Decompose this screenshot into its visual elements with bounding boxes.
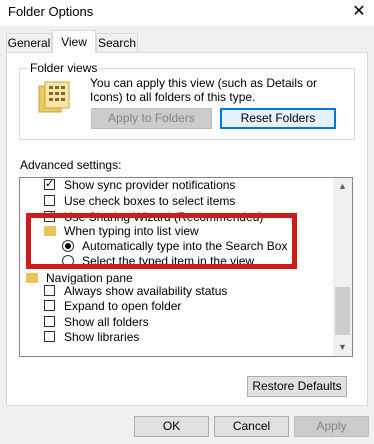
scroll-down-icon[interactable]: ▼ [333, 339, 352, 356]
list-item-label: Expand to open folder [64, 299, 182, 313]
list-item-label: Show all folders [64, 315, 149, 329]
window-title: Folder Options [8, 4, 94, 19]
folder-view-icon [38, 81, 70, 113]
checkbox[interactable] [44, 195, 55, 206]
checkbox[interactable] [44, 285, 55, 296]
ok-button[interactable]: OK [134, 416, 209, 437]
highlight-annotation [26, 213, 297, 269]
folder-icon [26, 273, 38, 283]
list-item-label: Show libraries [64, 330, 140, 344]
checkbox[interactable] [44, 331, 55, 342]
tab-view[interactable]: View [52, 30, 96, 53]
folder-views-label: Folder views [28, 61, 100, 75]
list-item-label: Show sync provider notifications [64, 178, 236, 192]
scroll-up-icon[interactable]: ▲ [333, 178, 352, 195]
apply-to-folders-button[interactable]: Apply to Folders [91, 108, 212, 129]
folder-views-description: You can apply this view (such as Details… [90, 76, 318, 104]
scroll-thumb[interactable] [335, 287, 350, 335]
advanced-settings-label: Advanced settings: [20, 158, 122, 172]
list-item-label: Use check boxes to select items [64, 194, 236, 208]
checkbox[interactable]: ✓ [44, 178, 55, 190]
tab-search[interactable]: Search [96, 33, 138, 52]
checkbox[interactable] [44, 300, 55, 311]
check-icon: ✓ [45, 178, 55, 190]
tab-general[interactable]: General [6, 33, 52, 52]
restore-defaults-button[interactable]: Restore Defaults [247, 376, 347, 397]
apply-button[interactable]: Apply [294, 416, 369, 437]
reset-folders-button[interactable]: Reset Folders [220, 108, 336, 129]
list-item-label: Always show availability status [64, 284, 228, 298]
checkbox[interactable] [44, 316, 55, 327]
cancel-button[interactable]: Cancel [214, 416, 289, 437]
close-icon[interactable]: ✕ [344, 0, 374, 26]
